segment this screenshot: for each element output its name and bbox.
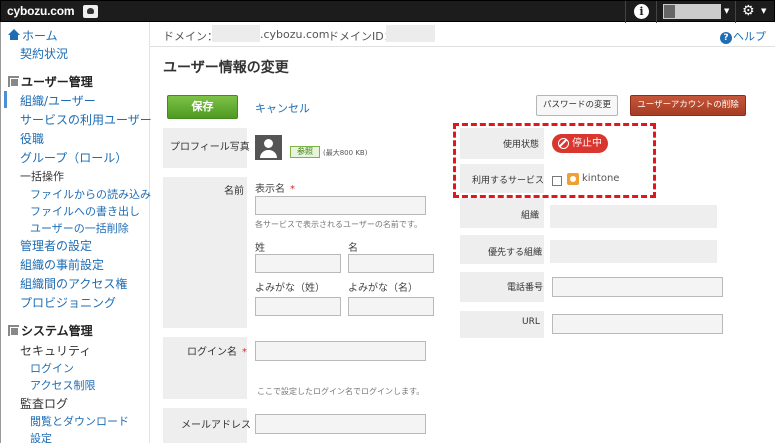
display-name-label: 表示名 * bbox=[255, 180, 295, 195]
chevron-down-icon: ▼ bbox=[761, 7, 767, 15]
profile-photo-placeholder bbox=[255, 135, 282, 160]
last-name-label: 姓 bbox=[255, 243, 265, 254]
url-label: URL bbox=[522, 317, 540, 327]
cybozu-mascot-icon bbox=[83, 5, 98, 18]
priority-org-value[interactable] bbox=[550, 240, 717, 263]
login-name-input[interactable] bbox=[255, 341, 426, 361]
section-title: ユーザー管理 bbox=[21, 75, 93, 89]
sidebar-item-audit-log: 監査ログ bbox=[20, 397, 69, 411]
user-avatar-icon bbox=[663, 4, 721, 19]
active-indicator bbox=[4, 91, 7, 108]
phone-label: 電話番号 bbox=[507, 283, 544, 293]
divider bbox=[735, 1, 736, 23]
sidebar-item-admin-settings[interactable]: 管理者の設定 bbox=[20, 237, 92, 254]
sidebar-item-settings[interactable]: 設定 bbox=[30, 430, 52, 443]
chevron-down-icon: ▼ bbox=[724, 7, 730, 15]
sidebar-item-access-limit[interactable]: アクセス制限 bbox=[30, 377, 95, 393]
domain-value-redacted bbox=[212, 25, 260, 42]
login-name-hint: ここで設定したログイン名でログインします。 bbox=[257, 387, 425, 396]
change-password-button[interactable]: パスワードの変更 bbox=[536, 95, 618, 116]
sidebar-section-system-management: システム管理 bbox=[8, 322, 93, 339]
sidebar-item-inter-org-access[interactable]: 組織間のアクセス権 bbox=[20, 275, 127, 292]
page-title: ユーザー情報の変更 bbox=[163, 60, 289, 76]
system-icon bbox=[8, 325, 19, 336]
highlight-annotation bbox=[453, 123, 656, 198]
first-name-label: 名 bbox=[348, 243, 358, 254]
max-size-note: (最大800 KB) bbox=[323, 149, 368, 157]
label-text: ログイン名 bbox=[187, 347, 237, 358]
section-title: システム管理 bbox=[21, 324, 93, 338]
priority-org-label: 優先する組織 bbox=[488, 248, 543, 258]
name-label-cell bbox=[163, 177, 247, 328]
sidebar-section-user-management: ユーザー管理 bbox=[8, 73, 93, 90]
cybozu-logo[interactable]: cybozu.com bbox=[7, 4, 75, 18]
sidebar-item-org-presettings[interactable]: 組織の事前設定 bbox=[20, 256, 104, 273]
domain-id-label: ドメインID： bbox=[328, 30, 395, 43]
display-name-hint: 各サービスで表示されるユーザーの名前です。 bbox=[255, 220, 423, 229]
required-mark: * bbox=[290, 184, 295, 195]
sidebar-item-service-users[interactable]: サービスの利用ユーザー bbox=[20, 111, 152, 128]
required-mark: * bbox=[242, 347, 247, 358]
save-button[interactable]: 保存 bbox=[167, 95, 238, 119]
first-name-input[interactable] bbox=[348, 254, 434, 273]
divider bbox=[656, 1, 657, 23]
last-name-input[interactable] bbox=[255, 254, 341, 273]
help-icon: ? bbox=[720, 32, 732, 44]
sidebar-item-label: ホーム bbox=[22, 29, 58, 43]
login-name-label: ログイン名 * bbox=[187, 343, 247, 358]
label-text: 表示名 bbox=[255, 184, 285, 195]
top-bar: cybozu.com i ▼ ⚙ ▼ bbox=[0, 0, 775, 23]
first-name-kana-label: よみがな（名） bbox=[348, 283, 418, 294]
email-input[interactable] bbox=[255, 414, 426, 434]
cancel-link[interactable]: キャンセル bbox=[255, 100, 310, 116]
help-link[interactable]: ? ヘルプ bbox=[720, 28, 766, 44]
sidebar-item-export-file[interactable]: ファイルへの書き出し bbox=[30, 203, 140, 219]
delete-user-button[interactable]: ユーザーアカウントの削除 bbox=[630, 95, 746, 116]
first-name-kana-input[interactable] bbox=[348, 297, 434, 316]
display-name-input[interactable] bbox=[255, 196, 426, 215]
sidebar-item-security: セキュリティ bbox=[20, 344, 92, 358]
sidebar-item-contract[interactable]: 契約状況 bbox=[20, 45, 68, 62]
sidebar: ホーム 契約状況 ユーザー管理 組織/ユーザー サービスの利用ユーザー 役職 グ… bbox=[0, 22, 152, 443]
info-icon[interactable]: i bbox=[634, 4, 649, 19]
domain-id-value-redacted bbox=[386, 25, 435, 42]
home-icon bbox=[8, 29, 20, 40]
last-name-kana-input[interactable] bbox=[255, 297, 341, 316]
sidebar-item-bulk-ops: 一括操作 bbox=[20, 170, 64, 183]
sidebar-item-bulk-delete[interactable]: ユーザーの一括削除 bbox=[30, 220, 129, 236]
sidebar-item-groups[interactable]: グループ（ロール） bbox=[20, 149, 127, 166]
profile-photo-label: プロフィール写真 bbox=[170, 142, 250, 153]
domain-label: ドメイン： bbox=[163, 30, 218, 43]
help-label: ヘルプ bbox=[733, 30, 766, 43]
org-label: 組織 bbox=[521, 211, 540, 221]
sidebar-item-provisioning[interactable]: プロビジョニング bbox=[20, 294, 116, 311]
sidebar-item-import-file[interactable]: ファイルからの読み込み bbox=[30, 186, 151, 202]
sidebar-item-login[interactable]: ログイン bbox=[30, 360, 74, 376]
sidebar-item-home[interactable]: ホーム bbox=[8, 27, 58, 44]
sidebar-item-view-download[interactable]: 閲覧とダウンロード bbox=[30, 413, 129, 429]
user-menu[interactable]: ▼ bbox=[663, 4, 733, 19]
domain-suffix: .cybozu.com bbox=[260, 28, 330, 41]
domain-bar: ドメイン： .cybozu.com ドメインID： bbox=[150, 22, 775, 47]
sidebar-item-org-users[interactable]: 組織/ユーザー bbox=[20, 92, 96, 109]
name-label: 名前 bbox=[224, 186, 244, 197]
sidebar-item-roles[interactable]: 役職 bbox=[20, 130, 44, 147]
divider bbox=[625, 1, 626, 23]
last-name-kana-label: よみがな（姓） bbox=[255, 283, 325, 294]
gear-icon[interactable]: ⚙ bbox=[742, 3, 755, 19]
user-card-icon bbox=[8, 76, 19, 87]
browse-button[interactable]: 参照 bbox=[290, 146, 320, 158]
phone-input[interactable] bbox=[552, 277, 723, 297]
url-input[interactable] bbox=[552, 314, 723, 334]
email-label: メールアドレス bbox=[181, 420, 251, 431]
org-value bbox=[550, 205, 717, 228]
